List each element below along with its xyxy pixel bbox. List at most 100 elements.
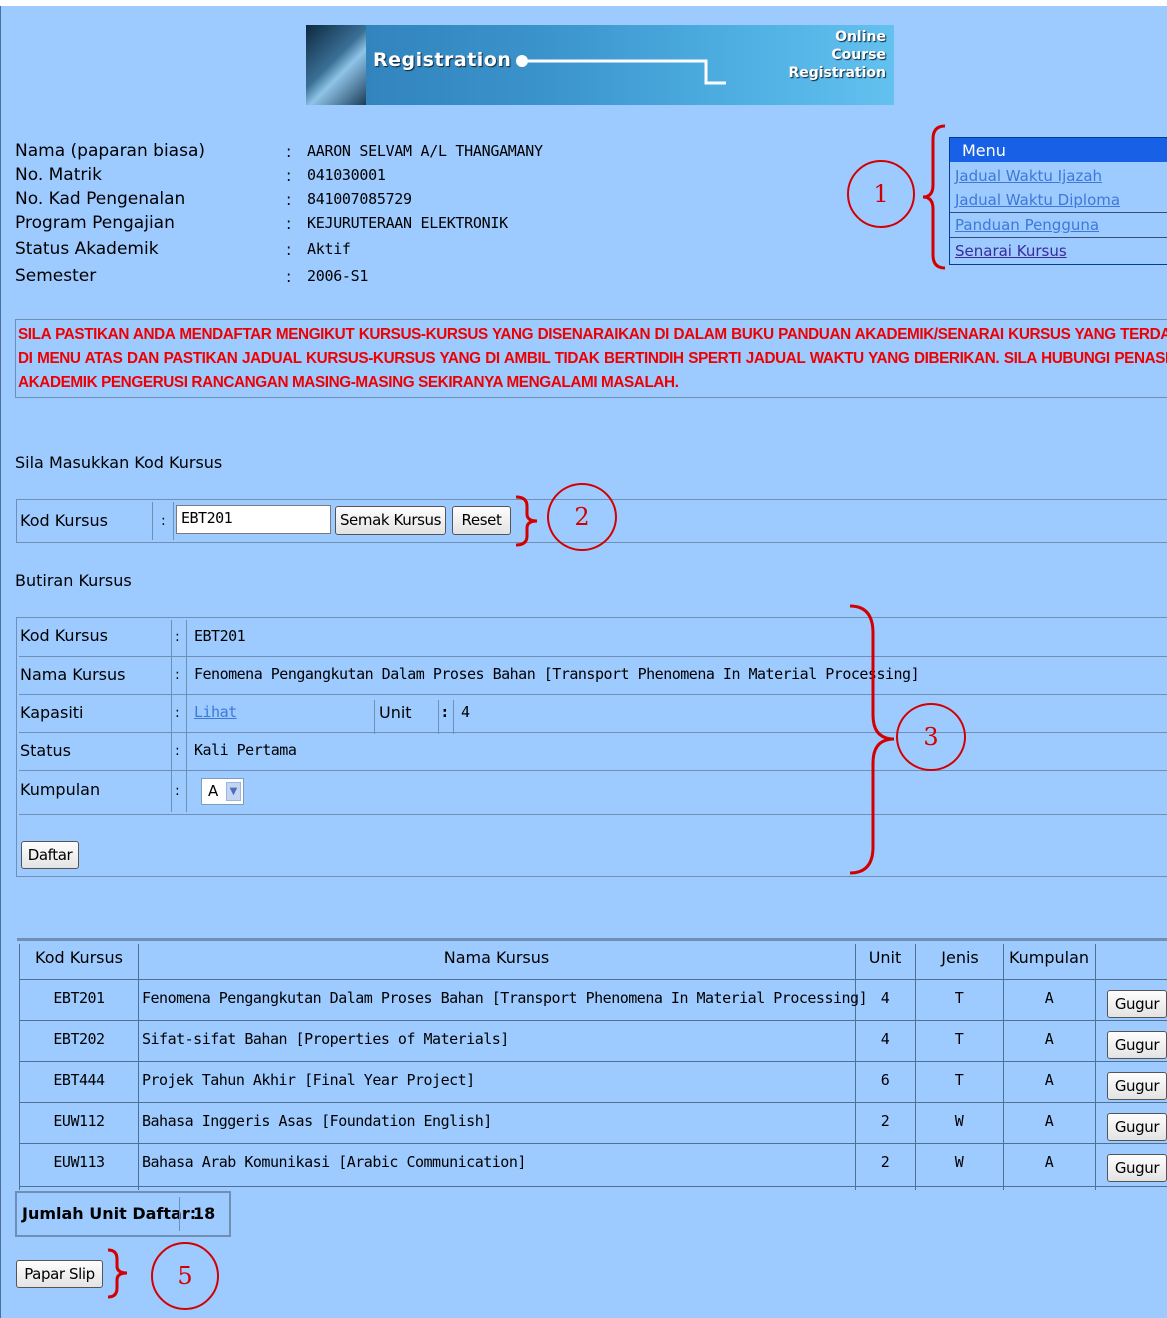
gugur-button[interactable]: Gugur <box>1107 1113 1167 1141</box>
cell-unit: 4 <box>880 1030 890 1048</box>
cell-jenis: T <box>954 989 964 1007</box>
row-divider <box>19 656 1167 657</box>
menu-title: Menu <box>950 138 1167 162</box>
matric-value: 041030001 <box>307 166 386 184</box>
menu-link-jadual-diploma[interactable]: Jadual Waktu Diploma <box>955 191 1120 209</box>
cell-nama: Bahasa Arab Komunikasi [Arabic Communica… <box>142 1153 526 1171</box>
gugur-button[interactable]: Gugur <box>1107 1154 1167 1182</box>
matric-colon: : <box>286 166 292 185</box>
detail-kod-value: EBT201 <box>194 627 246 645</box>
detail-status-value: Kali Pertama <box>194 741 297 759</box>
matric-label: No. Matrik <box>15 165 102 185</box>
cell-kumpulan: A <box>1044 989 1054 1007</box>
entry-heading: Sila Masukkan Kod Kursus <box>15 453 223 472</box>
detail-status-label: Status <box>20 741 71 760</box>
col-divider <box>179 1197 180 1231</box>
cell-jenis: W <box>954 1112 964 1130</box>
notice-text: SILA PASTIKAN ANDA MENDAFTAR MENGIKUT KU… <box>18 326 1167 391</box>
col-divider <box>171 620 172 812</box>
course-code-input[interactable]: EBT201 <box>176 505 331 534</box>
annotation-brace-5 <box>107 1248 128 1299</box>
name-value: AARON SELVAM A/L THANGAMANY <box>307 142 543 160</box>
cell-kumpulan: A <box>1044 1112 1054 1130</box>
cell-unit: 4 <box>880 989 890 1007</box>
row-divider <box>19 694 1167 695</box>
col-header-nama: Nama Kursus <box>443 948 550 967</box>
banner-line-graphic <box>516 55 726 85</box>
col-divider <box>374 700 375 734</box>
detail-colon: : <box>175 783 180 799</box>
annotation-brace-2 <box>515 495 538 547</box>
col-divider <box>438 700 439 734</box>
reset-button[interactable]: Reset <box>452 506 511 535</box>
row-divider <box>19 1020 1167 1021</box>
daftar-button[interactable]: Daftar <box>21 841 79 869</box>
total-units-label: Jumlah Unit Daftar: <box>22 1204 197 1223</box>
banner-line3: Registration <box>788 65 886 81</box>
total-units-value: 18 <box>193 1204 216 1223</box>
cell-kumpulan: A <box>1044 1071 1054 1089</box>
total-units-box: Jumlah Unit Daftar: 18 <box>15 1191 231 1237</box>
gugur-button[interactable]: Gugur <box>1107 1072 1167 1100</box>
gugur-button[interactable]: Gugur <box>1107 1031 1167 1059</box>
academic-status-value: Aktif <box>307 240 351 258</box>
check-course-button[interactable]: Semak Kursus <box>335 506 446 535</box>
cell-nama: Bahasa Inggeris Asas [Foundation English… <box>142 1112 492 1130</box>
chevron-down-icon[interactable]: ▼ <box>226 782 241 801</box>
detail-colon: : <box>442 705 448 721</box>
kumpulan-select[interactable]: A ▼ <box>201 778 244 805</box>
semester-value: 2006-S1 <box>307 267 369 285</box>
cell-kod: EBT444 <box>53 1071 105 1089</box>
cell-kumpulan: A <box>1044 1030 1054 1048</box>
kapasiti-link[interactable]: Lihat <box>194 703 237 721</box>
annotation-5: 5 <box>151 1242 219 1310</box>
detail-colon: : <box>175 667 180 683</box>
ic-colon: : <box>286 190 292 209</box>
academic-status-label: Status Akademik <box>15 239 159 259</box>
course-details-table <box>16 617 1167 877</box>
detail-unit-value: 4 <box>461 703 470 721</box>
annotation-brace-1 <box>922 124 946 270</box>
academic-status-colon: : <box>286 240 292 259</box>
detail-colon: : <box>175 629 180 645</box>
keyboard-hand-image <box>306 25 366 105</box>
cell-unit: 2 <box>880 1153 890 1171</box>
program-label: Program Pengajian <box>15 213 175 233</box>
detail-kod-label: Kod Kursus <box>20 626 108 645</box>
cell-divider <box>173 502 174 540</box>
col-header-kod: Kod Kursus <box>35 948 123 967</box>
menu-divider <box>950 237 1167 238</box>
detail-colon: : <box>175 743 180 759</box>
registration-page: Registration Online Course Registration … <box>0 6 1167 1318</box>
program-colon: : <box>286 214 292 233</box>
ic-label: No. Kad Pengenalan <box>15 189 186 209</box>
detail-unit-label: Unit <box>379 703 412 722</box>
col-header-unit: Unit <box>868 948 902 967</box>
cell-kod: EUW112 <box>53 1112 105 1130</box>
cell-jenis: T <box>954 1030 964 1048</box>
row-divider <box>19 1061 1167 1062</box>
detail-nama-value: Fenomena Pengangkutan Dalam Proses Bahan… <box>194 665 920 683</box>
menu-link-panduan[interactable]: Panduan Pengguna <box>955 216 1099 234</box>
detail-kumpulan-label: Kumpulan <box>20 780 101 799</box>
col-divider <box>186 620 187 812</box>
menu-link-senarai-kursus[interactable]: Senarai Kursus <box>955 242 1067 260</box>
cell-divider <box>152 502 153 540</box>
cell-kod: EBT202 <box>53 1030 105 1048</box>
side-menu: Menu Jadual Waktu Ijazah Jadual Waktu Di… <box>949 137 1167 265</box>
col-divider <box>453 700 454 734</box>
col-header-kumpulan: Kumpulan <box>1008 948 1090 967</box>
gugur-button[interactable]: Gugur <box>1107 990 1167 1018</box>
menu-link-jadual-ijazah[interactable]: Jadual Waktu Ijazah <box>955 167 1102 185</box>
row-divider <box>19 814 1167 815</box>
view-slip-button[interactable]: Papar Slip <box>16 1260 103 1288</box>
cell-jenis: W <box>954 1153 964 1171</box>
cell-nama: Projek Tahun Akhir [Final Year Project] <box>142 1071 475 1089</box>
cell-unit: 2 <box>880 1112 890 1130</box>
banner-title: Registration <box>373 49 512 71</box>
cell-nama: Fenomena Pengangkutan Dalam Proses Bahan… <box>142 989 868 1007</box>
row-divider <box>19 1186 1167 1187</box>
row-divider <box>19 732 1167 733</box>
col-divider <box>1095 944 1096 1190</box>
row-divider <box>19 1143 1167 1144</box>
